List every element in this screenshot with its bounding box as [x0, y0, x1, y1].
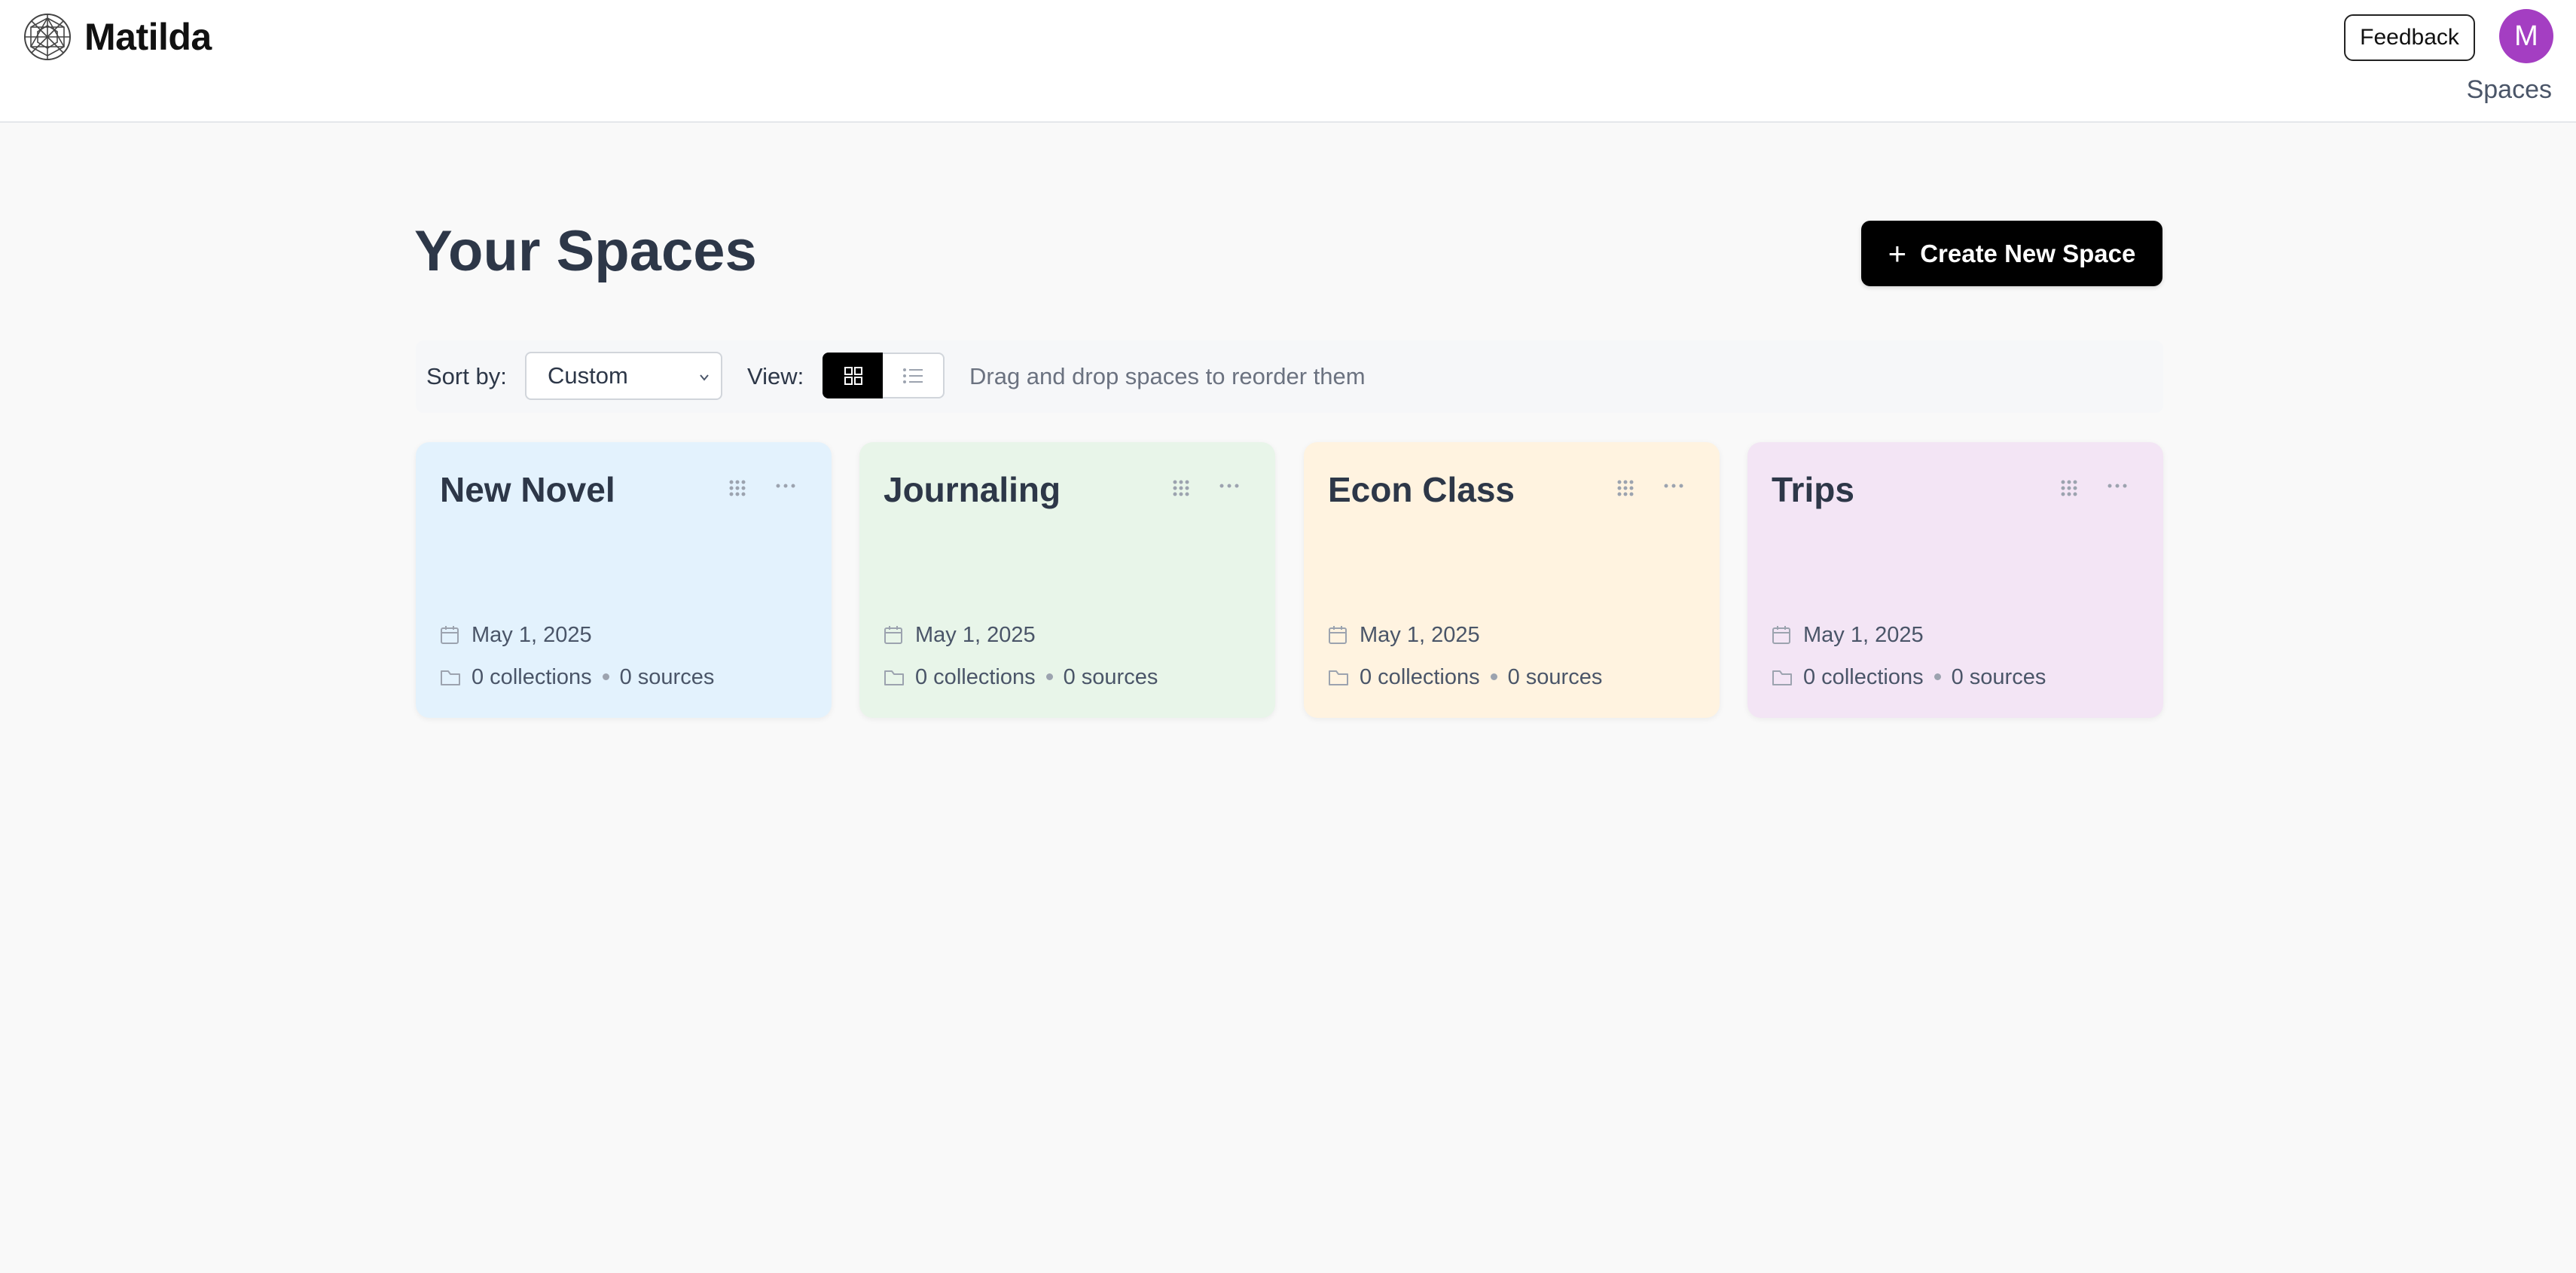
space-card-date: May 1, 2025 [1360, 623, 1480, 647]
space-card[interactable]: Econ Class May 1, 2025 0 collections 0 so… [1304, 442, 1720, 718]
page-title: Your Spaces [414, 219, 757, 283]
more-options-icon[interactable] [1218, 477, 1241, 495]
space-card-meta: 0 collections 0 sources [472, 665, 714, 690]
collections-count: 0 collections [1803, 665, 1924, 689]
space-card-date: May 1, 2025 [472, 623, 592, 647]
space-card-meta: 0 collections 0 sources [915, 665, 1158, 690]
grid-icon [844, 366, 862, 385]
space-card[interactable]: Journaling May 1, 2025 0 collections 0 so… [859, 442, 1275, 718]
logo-icon [24, 14, 71, 60]
space-card-date: May 1, 2025 [915, 623, 1036, 647]
more-options-icon[interactable] [1662, 477, 1685, 495]
collections-count: 0 collections [1360, 665, 1480, 689]
space-card[interactable]: New Novel May 1, 2025 0 collections 0 sou… [416, 442, 832, 718]
separator-dot [602, 673, 609, 680]
chevron-down-icon [700, 374, 709, 381]
grid-view-button[interactable] [823, 353, 884, 398]
space-card-meta: 0 collections 0 sources [1360, 665, 1602, 690]
user-avatar[interactable]: M [2499, 9, 2553, 63]
more-options-icon[interactable] [2106, 477, 2129, 495]
calendar-icon [1772, 626, 1790, 644]
create-new-space-label: Create New Space [1920, 239, 2136, 267]
folder-icon [1772, 670, 1792, 685]
space-card-title: Trips [1772, 470, 1854, 509]
folder-icon [441, 670, 460, 685]
sources-count: 0 sources [1951, 665, 2046, 689]
space-card[interactable]: Trips May 1, 2025 0 collections 0 sources [1747, 442, 2163, 718]
calendar-icon [441, 626, 459, 644]
drag-handle-icon[interactable] [1615, 478, 1636, 499]
drag-handle-icon[interactable] [727, 478, 748, 499]
list-view-button[interactable] [883, 353, 945, 398]
sources-count: 0 sources [619, 665, 715, 689]
sort-select-value: Custom [548, 362, 628, 389]
reorder-hint: Drag and drop spaces to reorder them [969, 363, 1366, 389]
sort-label: Sort by: [426, 363, 507, 389]
space-card-title: New Novel [440, 470, 615, 509]
top-bar: Matilda Feedback M Spaces [0, 0, 2576, 123]
calendar-icon [884, 626, 902, 644]
calendar-icon [1329, 626, 1347, 644]
space-card-title: Journaling [884, 470, 1061, 509]
feedback-button[interactable]: Feedback [2344, 14, 2475, 61]
app-name: Matilda [84, 16, 212, 58]
separator-dot [1045, 673, 1053, 680]
folder-icon [1329, 670, 1348, 685]
separator-dot [1490, 673, 1497, 680]
list-icon [903, 368, 923, 383]
drag-handle-icon[interactable] [1170, 478, 1192, 499]
sources-count: 0 sources [1507, 665, 1603, 689]
space-card-date: May 1, 2025 [1803, 623, 1924, 647]
sources-count: 0 sources [1063, 665, 1158, 689]
plus-icon: + [1888, 235, 1907, 271]
collections-count: 0 collections [915, 665, 1036, 689]
space-card-meta: 0 collections 0 sources [1803, 665, 2046, 690]
separator-dot [1934, 673, 1941, 680]
sort-select[interactable]: Custom [525, 352, 722, 400]
view-label: View: [747, 363, 804, 389]
create-new-space-button[interactable]: + Create New Space [1861, 221, 2162, 286]
nav-spaces-link[interactable]: Spaces [2467, 75, 2552, 105]
drag-handle-icon[interactable] [2059, 478, 2080, 499]
collections-count: 0 collections [472, 665, 592, 689]
space-card-title: Econ Class [1328, 470, 1515, 509]
more-options-icon[interactable] [774, 477, 797, 495]
folder-icon [884, 670, 904, 685]
app-logo[interactable]: Matilda [23, 12, 212, 62]
